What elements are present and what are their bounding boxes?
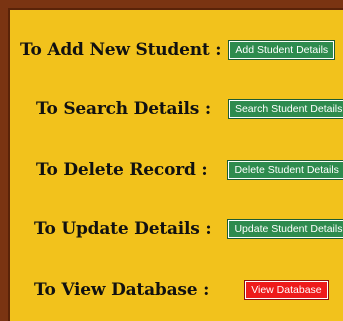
delete-record-row: To Delete Record : Delete Student Detail… — [36, 160, 343, 180]
delete-record-label: To Delete Record : — [36, 160, 208, 180]
add-student-label: To Add New Student : — [20, 40, 222, 60]
search-details-row: To Search Details : Search Student Detai… — [36, 99, 343, 119]
update-student-button[interactable]: Update Student Details — [227, 219, 343, 239]
delete-student-button[interactable]: Delete Student Details — [227, 160, 343, 180]
search-student-button[interactable]: Search Student Details — [227, 99, 343, 119]
update-details-label: To Update Details : — [34, 219, 212, 239]
view-database-button[interactable]: View Database — [244, 280, 329, 300]
search-details-label: To Search Details : — [36, 99, 211, 119]
add-student-button[interactable]: Add Student Details — [228, 40, 336, 60]
view-database-label: To View Database : — [34, 280, 210, 300]
add-student-row: To Add New Student : Add Student Details — [20, 40, 336, 60]
update-details-row: To Update Details : Update Student Detai… — [34, 219, 343, 239]
view-database-row: To View Database : View Database — [34, 280, 329, 300]
